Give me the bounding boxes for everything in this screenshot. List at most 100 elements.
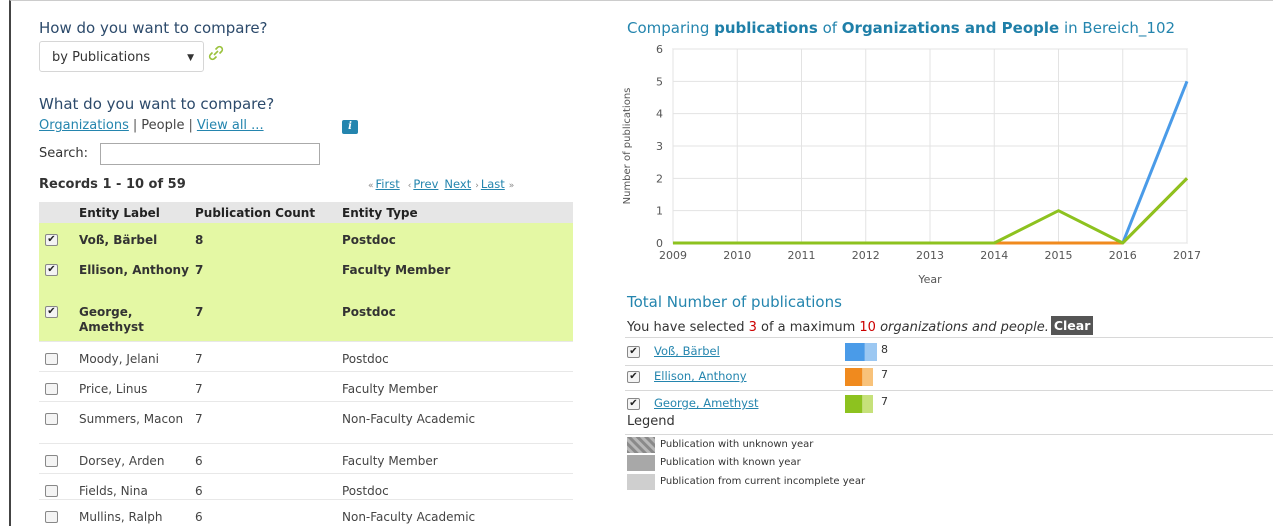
y-tick-label: 3 <box>656 140 663 153</box>
entity-type: Postdoc <box>342 223 573 253</box>
x-tick-label: 2016 <box>1109 249 1137 262</box>
row-checkbox[interactable]: ✔ <box>45 234 58 246</box>
table-header-row: Entity Label Publication Count Entity Ty… <box>39 202 573 223</box>
row-checkbox[interactable] <box>45 412 58 425</box>
info-icon[interactable]: i <box>342 120 358 134</box>
table-row[interactable]: ✔ Ellison, Anthony 7 Faculty Member <box>39 253 573 295</box>
publication-count: 7 <box>195 340 342 371</box>
x-axis-label: Year <box>917 273 942 286</box>
organizations-link[interactable]: Organizations <box>39 118 129 133</box>
search-label: Search: <box>39 146 89 161</box>
x-tick-label: 2010 <box>723 249 751 262</box>
total-bar <box>845 395 873 413</box>
prev-page-link[interactable]: Prev <box>413 177 438 191</box>
last-page-link[interactable]: Last <box>481 177 505 191</box>
selected-entity-checkbox[interactable]: ✔ <box>627 346 640 358</box>
view-all-link[interactable]: View all ... <box>197 118 264 133</box>
x-tick-label: 2014 <box>980 249 1008 262</box>
y-tick-label: 1 <box>656 205 663 218</box>
publication-count-header[interactable]: Publication Count <box>195 202 342 223</box>
selected-entity-checkbox[interactable]: ✔ <box>627 398 640 410</box>
table-row[interactable]: Moody, Jelani 7 Postdoc <box>39 340 573 371</box>
pagination: «First ‹ Prev Next › Last» <box>366 177 516 191</box>
x-tick-label: 2012 <box>852 249 880 262</box>
entity-label: Moody, Jelani <box>75 340 195 371</box>
table-row[interactable]: Summers, Macon 7 Non-Faculty Academic <box>39 400 573 443</box>
row-checkbox[interactable] <box>45 510 58 523</box>
row-checkbox[interactable]: ✔ <box>45 306 58 318</box>
entity-label: Ellison, Anthony <box>75 253 195 295</box>
publication-count: 7 <box>195 253 342 295</box>
legend-label: Publication with known year <box>660 457 801 468</box>
row-checkbox[interactable] <box>45 454 58 467</box>
publication-count: 8 <box>195 223 342 253</box>
chart-title-entities: Organizations and People <box>841 19 1060 37</box>
selection-text-mid: of a maximum <box>756 320 860 335</box>
unknown-year-swatch <box>627 437 655 453</box>
selection-text-before: You have selected <box>627 320 749 335</box>
selected-entity-link[interactable]: Voß, Bärbel <box>654 344 720 358</box>
total-bar-known-year <box>845 368 863 386</box>
legend-label: Publication with unknown year <box>660 439 814 450</box>
publication-count: 6 <box>195 472 342 499</box>
chart-title-suffix: in Bereich_102 <box>1059 19 1176 37</box>
table-row[interactable]: Dorsey, Arden 6 Faculty Member <box>39 442 573 473</box>
compare-how-heading: How do you want to compare? <box>39 19 268 37</box>
compare-by-select[interactable]: by Publications ▼ <box>39 41 204 72</box>
entity-type: Postdoc <box>342 295 573 341</box>
next-page-link[interactable]: Next <box>444 177 471 191</box>
table-row[interactable]: ✔ Voß, Bärbel 8 Postdoc <box>39 223 573 253</box>
legend-label: Publication from current incomplete year <box>660 476 866 487</box>
table-row[interactable]: Fields, Nina 6 Postdoc <box>39 472 573 499</box>
entity-label: George, Amethyst <box>75 295 195 341</box>
entity-type: Non-Faculty Academic <box>342 400 573 443</box>
table-row[interactable]: ✔ George, Amethyst 7 Postdoc <box>39 295 573 341</box>
first-page-link[interactable]: First <box>376 177 400 191</box>
separator: | <box>188 118 193 133</box>
selected-entity-link[interactable]: George, Amethyst <box>654 396 758 410</box>
records-summary: Records 1 - 10 of 59 <box>39 177 186 192</box>
clear-button[interactable]: Clear <box>1050 316 1094 335</box>
entity-label: Voß, Bärbel <box>75 223 195 253</box>
selected-entity-checkbox[interactable]: ✔ <box>627 371 640 383</box>
selected-entity-link[interactable]: Ellison, Anthony <box>654 369 747 383</box>
total-bar-current-year <box>862 395 873 413</box>
entity-type: Faculty Member <box>342 253 573 295</box>
chart-title-prefix: Comparing <box>627 19 715 37</box>
total-bar <box>845 368 873 386</box>
chart-title-metric: publications <box>714 19 818 37</box>
entity-type-header[interactable]: Entity Type <box>342 202 573 223</box>
selection-summary: You have selected 3 of a maximum 10 orga… <box>627 316 1094 335</box>
known-year-swatch <box>627 455 655 471</box>
total-bar-current-year <box>862 368 873 386</box>
entity-label-header[interactable]: Entity Label <box>75 202 195 223</box>
total-bar <box>845 343 877 361</box>
publication-count: 6 <box>195 442 342 473</box>
divider <box>625 390 1273 391</box>
x-tick-label: 2013 <box>916 249 944 262</box>
current-year-swatch <box>627 474 655 490</box>
chart-title-mid: of <box>817 19 842 37</box>
table-row[interactable]: Mullins, Ralph 6 Non-Faculty Academic <box>39 498 573 526</box>
x-tick-label: 2011 <box>788 249 816 262</box>
entity-label: Fields, Nina <box>75 472 195 499</box>
entity-type: Postdoc <box>342 472 573 499</box>
y-axis-label: Number of publications <box>622 88 633 205</box>
y-tick-label: 4 <box>656 108 663 121</box>
publication-count: 7 <box>195 400 342 443</box>
prev-arrow-icon: ‹ <box>407 181 412 191</box>
total-bar-current-year <box>864 343 877 361</box>
row-checkbox[interactable]: ✔ <box>45 264 58 276</box>
row-checkbox[interactable] <box>45 484 58 497</box>
entity-label: Dorsey, Arden <box>75 442 195 473</box>
search-input[interactable] <box>100 143 320 165</box>
max-count: 10 <box>859 320 876 335</box>
table-row[interactable]: Price, Linus 7 Faculty Member <box>39 370 573 401</box>
y-tick-label: 2 <box>656 172 663 185</box>
row-checkbox[interactable] <box>45 352 58 365</box>
totals-heading: Total Number of publications <box>627 293 842 311</box>
chain-link-icon[interactable] <box>207 44 225 62</box>
entity-label: Price, Linus <box>75 370 195 401</box>
row-checkbox[interactable] <box>45 382 58 395</box>
chevron-down-icon: ▼ <box>187 53 194 63</box>
